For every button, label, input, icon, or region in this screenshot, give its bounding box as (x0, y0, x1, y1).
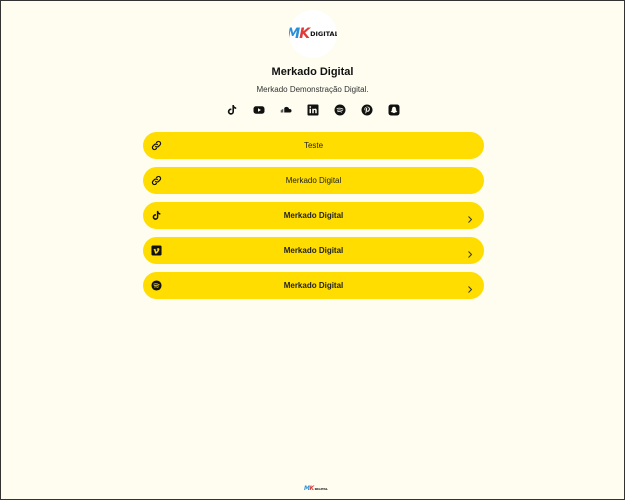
link-button-vimeo[interactable]: Merkado Digital (143, 237, 484, 264)
link-label: Merkado Digital (283, 281, 344, 290)
link-button-tiktok[interactable]: Merkado Digital (143, 202, 484, 229)
profile-description: Merkado Demonstração Digital. (256, 85, 369, 94)
link-label: Merkado Digital (283, 211, 344, 220)
link-label: Merkado Digital (285, 176, 342, 185)
link-button-merkado-digital[interactable]: Merkado Digital (143, 167, 484, 194)
vimeo-icon (151, 245, 162, 256)
link-icon (151, 140, 162, 151)
tiktok-icon (151, 210, 162, 221)
snapchat-icon[interactable] (388, 104, 400, 116)
link-label: Merkado Digital (283, 246, 344, 255)
profile-name: Merkado Digital (271, 66, 354, 78)
soundcloud-icon[interactable] (280, 104, 292, 116)
linkedin-icon[interactable] (307, 104, 319, 116)
avatar: MK DIGITAL (288, 10, 337, 58)
spotify-icon (151, 280, 162, 291)
link-label: Teste (303, 141, 324, 150)
chevron-right-icon (466, 246, 474, 258)
link-button-teste[interactable]: Teste (143, 132, 484, 159)
profile-header: MK DIGITAL Merkado Digital Merkado Demon… (1, 1, 624, 116)
youtube-icon[interactable] (253, 104, 265, 116)
spotify-icon[interactable] (334, 104, 346, 116)
link-button-spotify[interactable]: Merkado Digital (143, 272, 484, 299)
links-list: Teste Merkado Digital Merkado Digital Me… (143, 132, 484, 299)
tiktok-icon[interactable] (226, 104, 238, 116)
footer-logo[interactable]: MK DIGITAL (304, 485, 328, 492)
social-icons-row (226, 104, 400, 116)
merkado-digital-logo: MK DIGITAL (289, 26, 337, 42)
link-icon (151, 175, 162, 186)
pinterest-icon[interactable] (361, 104, 373, 116)
chevron-right-icon (466, 281, 474, 293)
chevron-right-icon (466, 211, 474, 223)
